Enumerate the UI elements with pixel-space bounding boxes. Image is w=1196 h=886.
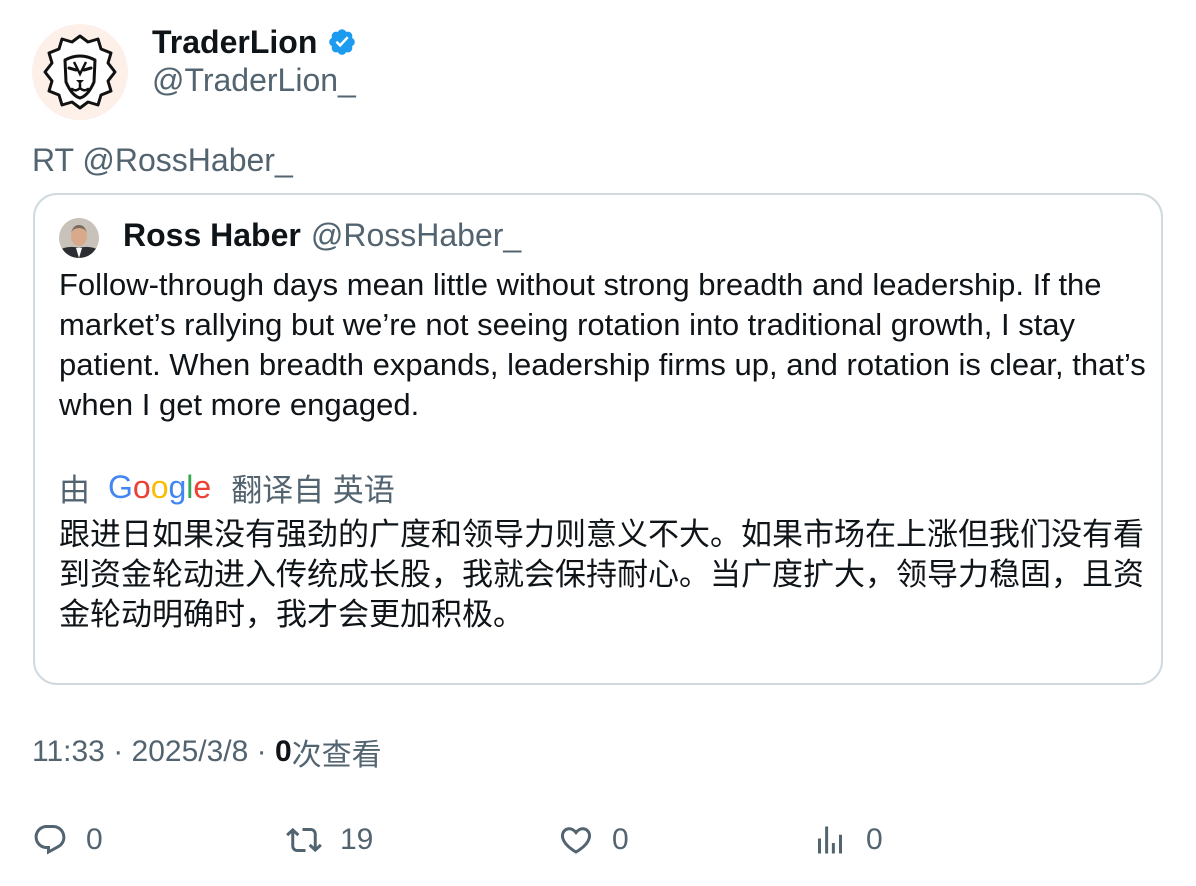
reply-count: 0 (86, 823, 103, 856)
author-name-row: TraderLion (152, 22, 357, 62)
quoted-handle[interactable]: @RossHaber_ (311, 217, 521, 254)
author-display-name[interactable]: TraderLion (152, 24, 317, 61)
quoted-display-name[interactable]: Ross Haber (123, 217, 301, 254)
heart-icon (560, 827, 592, 854)
quoted-header: Ross Haber @RossHaber_ (123, 215, 521, 255)
like-count: 0 (612, 823, 629, 856)
translation-by-label: 由 (59, 472, 90, 508)
translation-attribution: 由 Google 翻译自 英语 (59, 467, 395, 508)
reply-button[interactable]: 0 (32, 818, 103, 862)
views-label: 次查看 (291, 739, 382, 772)
google-logo-icon: Google (108, 468, 212, 505)
views-button[interactable]: 0 (812, 818, 883, 862)
like-button[interactable]: 0 (558, 818, 629, 862)
views-action-count: 0 (866, 823, 883, 856)
retweet-icon (286, 827, 322, 853)
tweet-page: TraderLion @TraderLion_ RT @RossHaber_ R… (0, 0, 1196, 886)
views-count: 0 (274, 735, 292, 768)
lion-logo-icon (32, 24, 128, 120)
author-handle[interactable]: @TraderLion_ (152, 62, 356, 99)
quoted-tweet-text: Follow-through days mean little without … (59, 267, 1146, 422)
meta-separator: · (248, 735, 275, 768)
bar-chart-icon (818, 826, 842, 854)
tweet-time[interactable]: 11:33 (32, 735, 105, 769)
translation-from-label: 翻译自 英语 (231, 472, 395, 508)
author-avatar[interactable] (32, 24, 128, 120)
quoted-tweet-translation: 跟进日如果没有强劲的广度和领导力则意义不大。如果市场在上涨但我们没有看到资金轮动… (59, 517, 1144, 632)
meta-separator: · (104, 735, 132, 768)
reply-icon (34, 825, 66, 855)
retweet-button[interactable]: 19 (286, 818, 373, 862)
retweet-line: RT @RossHaber_ (32, 142, 293, 178)
retweet-count: 19 (340, 823, 374, 856)
tweet-meta: 11:33 · 2025/3/8 · 0 次查看 (32, 732, 382, 772)
quoted-author-avatar[interactable] (59, 218, 99, 258)
profile-photo (59, 218, 99, 258)
verified-badge-icon (327, 27, 357, 57)
tweet-date[interactable]: 2025/3/8 (132, 735, 249, 769)
quoted-tweet-card[interactable]: Ross Haber @RossHaber_ Follow-through da… (33, 193, 1163, 685)
